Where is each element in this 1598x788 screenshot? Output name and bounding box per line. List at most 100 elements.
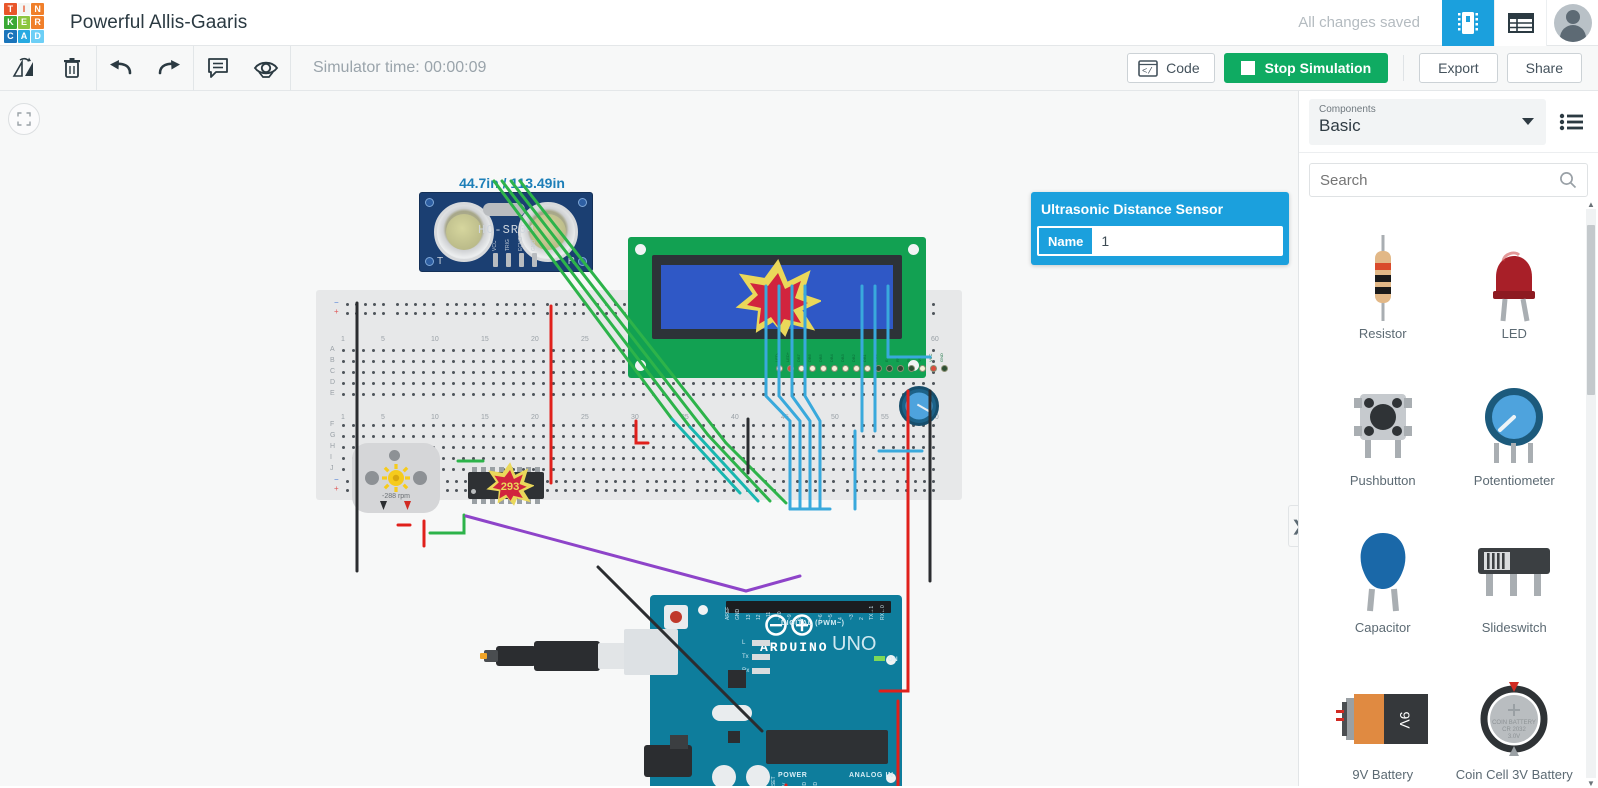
- visibility-eye-icon[interactable]: [242, 46, 290, 91]
- panel-collapse-button[interactable]: ❯: [1288, 505, 1298, 547]
- lcd-pin-label: V0: [917, 357, 922, 362]
- notes-icon[interactable]: [194, 46, 242, 91]
- table-view-icon[interactable]: [1494, 0, 1546, 46]
- redo-icon[interactable]: [145, 46, 193, 91]
- name-field-row[interactable]: Name: [1037, 226, 1283, 256]
- components-scrollbar[interactable]: ▲ ▼: [1586, 209, 1596, 778]
- name-input[interactable]: [1092, 228, 1282, 254]
- lcd-pin[interactable]: [930, 365, 937, 372]
- arduino-digital-pin-label: ~9: [787, 614, 793, 620]
- sensor-pin[interactable]: [519, 253, 524, 267]
- ic-leg[interactable]: [472, 467, 477, 472]
- arduino-reset-button[interactable]: [664, 605, 688, 629]
- lcd-pin[interactable]: [908, 365, 915, 372]
- top-bar-right: All changes saved: [1298, 0, 1598, 46]
- blocks-panel-icon[interactable]: [1442, 0, 1494, 46]
- components-grid[interactable]: Resistor LED Pushbutton: [1299, 206, 1598, 786]
- components-select-value: Basic: [1319, 116, 1536, 136]
- ic-leg[interactable]: [472, 499, 477, 504]
- rotate-icon[interactable]: [0, 46, 48, 91]
- lcd-pin-label: RS: [906, 356, 911, 362]
- arduino-digital-pin-label: RX←0: [880, 605, 886, 620]
- undo-icon[interactable]: [97, 46, 145, 91]
- share-button[interactable]: Share: [1507, 53, 1582, 83]
- arduino-digital-pin-label: 13: [746, 614, 752, 620]
- fit-view-button[interactable]: [8, 103, 40, 135]
- list-view-icon[interactable]: [1554, 105, 1588, 139]
- lcd-pin[interactable]: [864, 365, 871, 372]
- arduino-digital-pin-label: 8: [797, 617, 803, 620]
- circuit-canvas[interactable]: −+ABCDE115510101515202025253030353540404…: [0, 91, 1298, 786]
- motor-screw: [389, 450, 400, 461]
- lcd-pin[interactable]: [897, 365, 904, 372]
- search-input[interactable]: [1320, 172, 1559, 189]
- components-category-select[interactable]: Components Basic: [1309, 99, 1546, 145]
- lcd-pin[interactable]: [809, 365, 816, 372]
- dc-motor[interactable]: -288 rpm: [352, 443, 440, 513]
- arduino-power-jack: [644, 745, 692, 777]
- lcd-bezel: [652, 255, 902, 339]
- sensor-pin-label: VCC: [492, 240, 498, 251]
- arduino-digital-header[interactable]: [726, 601, 891, 613]
- pushbutton-icon: [1352, 377, 1414, 473]
- arduino-uno-board[interactable]: ARDUINO UNO DIGITAL (PWM~) POWER ANALOG …: [650, 595, 902, 786]
- logo-letter-k: K: [4, 16, 17, 29]
- component-label: Pushbutton: [1350, 473, 1416, 489]
- component-properties-panel[interactable]: Ultrasonic Distance Sensor Name: [1031, 192, 1289, 265]
- fit-view-icon: [17, 112, 31, 126]
- potentiometer-knob[interactable]: [906, 393, 933, 420]
- lcd-pin-label: GND: [939, 353, 944, 362]
- component-item-slideswitch[interactable]: Slideswitch: [1449, 510, 1581, 653]
- lcd-pin-label: DB0: [873, 354, 878, 362]
- logo-letter-c: C: [4, 30, 17, 43]
- ultrasonic-sensor[interactable]: HC-SR04 T R VCCTRIGECHOGND: [419, 192, 593, 272]
- sensor-readout: 44.7in / 113.49in: [448, 175, 576, 191]
- lcd-pin[interactable]: [776, 365, 783, 372]
- logo-letter-t: T: [4, 3, 17, 16]
- lcd-pin[interactable]: [842, 365, 849, 372]
- lcd-display[interactable]: LED-LED+DB7DB6DB5DB4DB3DB2DB1DB0ERWRSV0V…: [628, 237, 926, 378]
- sensor-pin[interactable]: [532, 253, 537, 267]
- lcd-pin[interactable]: [820, 365, 827, 372]
- potentiometer-component[interactable]: [899, 386, 939, 426]
- stop-simulation-button[interactable]: Stop Simulation: [1224, 53, 1389, 83]
- delete-icon[interactable]: [48, 46, 96, 91]
- ic-leg[interactable]: [535, 499, 540, 504]
- lcd-pin[interactable]: [941, 365, 948, 372]
- ic-leg[interactable]: [535, 467, 540, 472]
- arduino-model-label: UNO: [832, 633, 876, 656]
- search-field[interactable]: [1309, 163, 1588, 197]
- arduino-on-label: ON: [888, 657, 898, 663]
- lcd-pin[interactable]: [919, 365, 926, 372]
- scrollbar-thumb[interactable]: [1587, 225, 1595, 395]
- scroll-down-arrow[interactable]: ▼: [1586, 778, 1596, 788]
- lcd-pin-label: DB7: [796, 354, 801, 362]
- svg-text:</: </: [1142, 66, 1153, 76]
- component-item-led[interactable]: LED: [1449, 216, 1581, 359]
- lcd-pin[interactable]: [853, 365, 860, 372]
- component-item-resistor[interactable]: Resistor: [1317, 216, 1449, 359]
- sensor-crystal: [483, 203, 525, 216]
- component-label: Potentiometer: [1474, 473, 1555, 489]
- component-item-capacitor[interactable]: Capacitor: [1317, 510, 1449, 653]
- lcd-pin[interactable]: [787, 365, 794, 372]
- lcd-pin[interactable]: [875, 365, 882, 372]
- lcd-pin[interactable]: [831, 365, 838, 372]
- motor-driver-ic[interactable]: 293: [468, 472, 544, 499]
- component-item-pushbutton[interactable]: Pushbutton: [1317, 363, 1449, 506]
- lcd-pin[interactable]: [886, 365, 893, 372]
- sensor-pin[interactable]: [506, 253, 511, 267]
- sensor-pin-label: TRIG: [505, 239, 511, 251]
- component-item-potentiometer[interactable]: Potentiometer: [1449, 363, 1581, 506]
- scroll-up-arrow[interactable]: ▲: [1586, 199, 1596, 209]
- sensor-pin[interactable]: [493, 253, 498, 267]
- code-button[interactable]: </ Code: [1127, 53, 1214, 83]
- arduino-digital-pin-label: ~10: [777, 612, 783, 620]
- tinkercad-logo[interactable]: TINKERCAD: [2, 1, 46, 45]
- component-item-coincell[interactable]: COIN BATTERY CR 2032 3.0V Coin Cell 3V B…: [1449, 657, 1581, 786]
- avatar[interactable]: [1546, 0, 1598, 46]
- lcd-pin[interactable]: [798, 365, 805, 372]
- component-item-battery9v[interactable]: 9V 9V Battery: [1317, 657, 1449, 786]
- arduino-digital-pin-label: 12: [756, 614, 762, 620]
- export-button[interactable]: Export: [1419, 53, 1497, 83]
